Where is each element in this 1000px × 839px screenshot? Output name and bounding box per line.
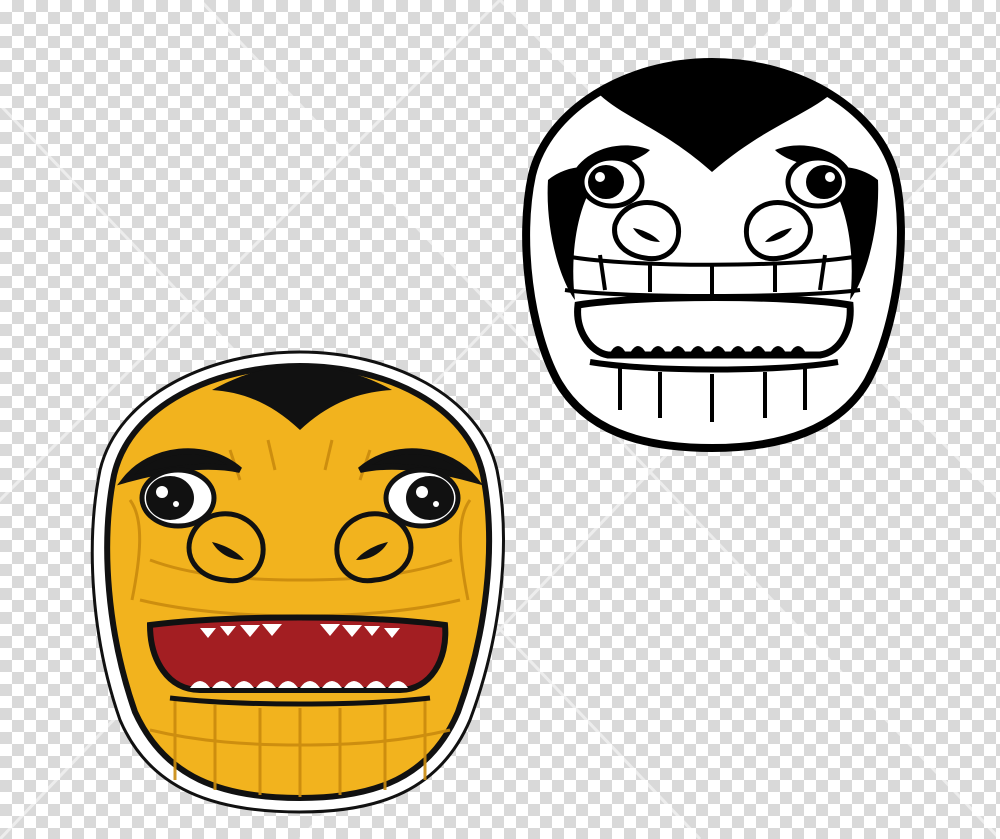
dinosaur-head-outline-icon xyxy=(522,57,905,453)
right-eye xyxy=(383,467,461,529)
dinosaur-head-colored-icon xyxy=(90,350,505,814)
artwork-canvas xyxy=(90,57,905,814)
left-eye xyxy=(139,467,217,529)
mouth xyxy=(146,614,449,707)
